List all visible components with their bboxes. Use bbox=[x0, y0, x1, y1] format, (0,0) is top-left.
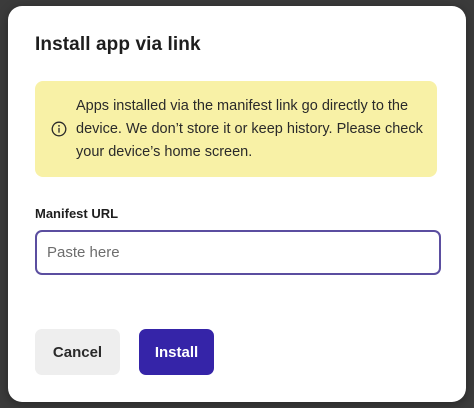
cancel-button[interactable]: Cancel bbox=[35, 329, 120, 375]
manifest-url-label: Manifest URL bbox=[35, 206, 119, 221]
info-icon bbox=[51, 121, 67, 137]
notice-text: Apps installed via the manifest link go … bbox=[76, 98, 423, 160]
install-app-dialog: Install app via link Apps installed via … bbox=[8, 6, 466, 402]
info-notice: Apps installed via the manifest link go … bbox=[35, 81, 437, 177]
install-button[interactable]: Install bbox=[139, 329, 214, 375]
manifest-url-input[interactable] bbox=[35, 230, 441, 275]
dialog-title: Install app via link bbox=[35, 34, 201, 55]
